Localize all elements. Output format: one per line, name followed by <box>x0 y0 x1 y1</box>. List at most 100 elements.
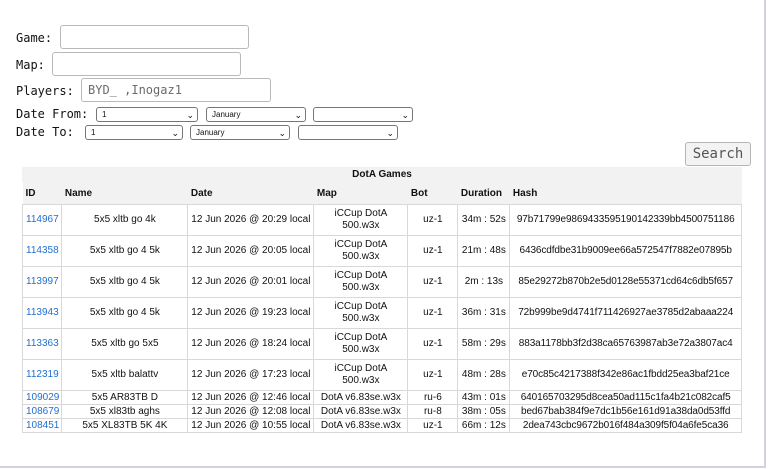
game-date: 12 Jun 2026 @ 17:23 local <box>187 359 315 391</box>
table-row: 108451 5x5 XL83TB 5K 4K 12 Jun 2026 @ 10… <box>21 418 742 433</box>
table-row: 109029 5x5 AR83TB D 12 Jun 2026 @ 12:46 … <box>21 390 742 405</box>
game-duration: 2m : 13s <box>457 266 511 298</box>
chevron-down-icon: ⌄ <box>171 128 179 138</box>
game-id-link[interactable]: 113943 <box>26 307 59 318</box>
game-hash: bed67bab384f9e7dc1b56e161d91a38da0d53ffd <box>509 404 742 419</box>
date-to-label: Date To: <box>16 125 74 139</box>
game-hash: 883a1178bb3f2d38ca65763987ab3e72a3807ac4 <box>509 328 742 360</box>
game-id-link[interactable]: 114358 <box>26 245 59 256</box>
date-from-day-value: 1 <box>102 110 107 119</box>
date-from-day-select[interactable]: 1 ⌄ <box>96 107 198 122</box>
game-bot: uz-1 <box>407 204 459 236</box>
header-duration: Duration <box>457 182 510 205</box>
header-name: Name <box>61 182 188 205</box>
game-date: 12 Jun 2026 @ 18:24 local <box>187 328 315 360</box>
game-hash: 6436cdfdbe31b9009ee66a572547f7882e07895b <box>509 235 742 267</box>
game-duration: 48m : 28s <box>457 359 511 391</box>
date-from-month-select[interactable]: January ⌄ <box>206 107 306 122</box>
chevron-down-icon: ⌄ <box>401 110 409 120</box>
game-name: 5x5 xltb go 4 5k <box>61 266 189 298</box>
game-name: 5x5 xltb balattv <box>61 359 189 391</box>
game-date: 12 Jun 2026 @ 20:01 local <box>187 266 315 298</box>
date-to-year-select[interactable]: ⌄ <box>298 125 398 140</box>
header-bot: Bot <box>407 182 458 205</box>
date-to-month-value: January <box>196 128 225 137</box>
game-name: 5x5 xl83tb aghs <box>61 404 189 419</box>
game-map: DotA v6.83se.w3x <box>313 404 409 419</box>
header-date: Date <box>187 182 314 205</box>
game-id-link[interactable]: 112319 <box>26 369 59 380</box>
game-map: DotA v6.83se.w3x <box>313 418 409 433</box>
game-hash: 97b71799e9869433595190142339bb4500751186 <box>509 204 742 236</box>
players-input[interactable] <box>81 78 271 102</box>
game-duration: 34m : 52s <box>457 204 511 236</box>
game-name: 5x5 xltb go 4k <box>61 204 189 236</box>
game-date: 12 Jun 2026 @ 10:55 local <box>187 418 315 433</box>
date-from-year-select[interactable]: ⌄ <box>313 107 413 122</box>
header-hash: Hash <box>509 182 742 205</box>
table-header-row: ID Name Date Map Bot Duration Hash <box>22 182 742 205</box>
game-name: 5x5 AR83TB D <box>61 390 189 405</box>
game-hash: 2dea743cbc9672b016f484a309f5f04a6fe5ca36 <box>509 418 742 433</box>
game-id-link[interactable]: 113997 <box>26 276 59 287</box>
game-map: DotA v6.83se.w3x <box>313 390 409 405</box>
header-map: Map <box>313 182 408 205</box>
game-label: Game: <box>16 31 53 45</box>
game-duration: 38m : 05s <box>457 404 511 419</box>
game-date: 12 Jun 2026 @ 19:23 local <box>187 297 315 329</box>
game-name: 5x5 xltb go 4 5k <box>61 235 189 267</box>
date-from-month-value: January <box>212 110 241 119</box>
table-row: 114967 5x5 xltb go 4k 12 Jun 2026 @ 20:2… <box>21 204 742 236</box>
chevron-down-icon: ⌄ <box>186 110 194 120</box>
games-table: DotA Games ID Name Date Map Bot Duration… <box>21 167 742 433</box>
table-caption: DotA Games <box>22 167 742 182</box>
game-name: 5x5 XL83TB 5K 4K <box>61 418 189 433</box>
game-map: iCCup DotA 500.w3x <box>313 235 409 267</box>
game-bot: uz-1 <box>407 297 459 329</box>
game-id-link[interactable]: 109029 <box>26 392 59 403</box>
game-duration: 66m : 12s <box>457 418 511 433</box>
chevron-down-icon: ⌄ <box>386 128 394 138</box>
game-hash: 72b999be9d4741f711426927ae3785d2abaaa224 <box>509 297 742 329</box>
game-bot: uz-1 <box>407 328 459 360</box>
game-bot: uz-1 <box>407 418 459 433</box>
table-row: 113363 5x5 xltb go 5x5 12 Jun 2026 @ 18:… <box>21 328 742 360</box>
search-button[interactable]: Search <box>685 142 751 166</box>
game-map: iCCup DotA 500.w3x <box>313 266 409 298</box>
game-map: iCCup DotA 500.w3x <box>313 359 409 391</box>
game-input[interactable] <box>60 25 249 49</box>
game-map: iCCup DotA 500.w3x <box>313 297 409 329</box>
game-id-link[interactable]: 108451 <box>26 420 59 431</box>
date-to-day-select[interactable]: 1 ⌄ <box>85 125 183 140</box>
game-date: 12 Jun 2026 @ 12:46 local <box>187 390 315 405</box>
players-label: Players: <box>16 84 74 98</box>
game-hash: e70c85c4217388f342e86ac1fbdd25ea3baf21ce <box>509 359 742 391</box>
game-duration: 36m : 31s <box>457 297 511 329</box>
game-bot: uz-1 <box>407 266 459 298</box>
table-row: 113997 5x5 xltb go 4 5k 12 Jun 2026 @ 20… <box>21 266 742 298</box>
game-id-link[interactable]: 108679 <box>26 406 59 417</box>
date-to-day-value: 1 <box>91 128 96 137</box>
date-from-label: Date From: <box>16 107 89 121</box>
game-map: iCCup DotA 500.w3x <box>313 328 409 360</box>
game-name: 5x5 xltb go 4 5k <box>61 297 189 329</box>
game-hash: 640165703295d8cea50ad115c1fa4b21c082caf5 <box>509 390 742 405</box>
table-row: 113943 5x5 xltb go 4 5k 12 Jun 2026 @ 19… <box>21 297 742 329</box>
game-id-link[interactable]: 114967 <box>26 214 59 225</box>
game-bot: uz-1 <box>407 359 459 391</box>
game-duration: 43m : 01s <box>457 390 511 405</box>
game-id-link[interactable]: 113363 <box>26 338 59 349</box>
game-duration: 58m : 29s <box>457 328 511 360</box>
map-input[interactable] <box>52 52 241 76</box>
chevron-down-icon: ⌄ <box>278 128 286 138</box>
table-row: 114358 5x5 xltb go 4 5k 12 Jun 2026 @ 20… <box>21 235 742 267</box>
map-label: Map: <box>16 58 45 72</box>
game-date: 12 Jun 2026 @ 12:08 local <box>187 404 315 419</box>
game-map: iCCup DotA 500.w3x <box>313 204 409 236</box>
table-row: 112319 5x5 xltb balattv 12 Jun 2026 @ 17… <box>21 359 742 391</box>
game-hash: 85e29272b870b2e5d0128e55371cd64c6db5f657 <box>509 266 742 298</box>
game-bot: ru-8 <box>407 404 459 419</box>
game-duration: 21m : 48s <box>457 235 511 267</box>
date-to-month-select[interactable]: January ⌄ <box>190 125 290 140</box>
game-bot: ru-6 <box>407 390 459 405</box>
